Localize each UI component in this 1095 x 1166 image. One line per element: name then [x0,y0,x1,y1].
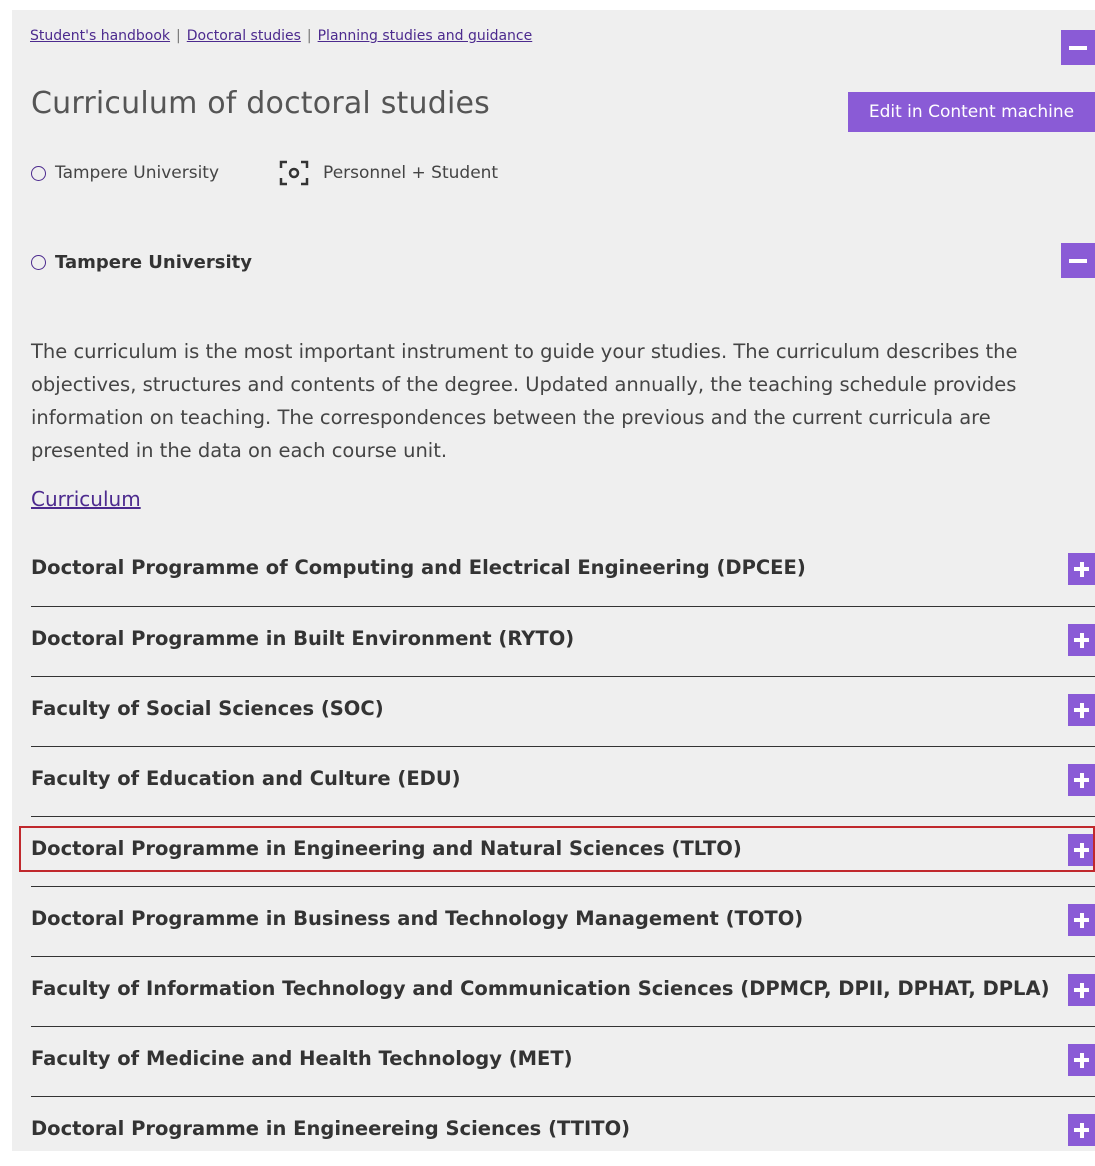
expand-plus-icon[interactable] [1068,974,1095,1006]
expand-plus-icon[interactable] [1068,694,1095,726]
accordion-item[interactable]: Doctoral Programme in Engineereing Scien… [31,1096,1095,1166]
collapse-section-button[interactable] [1061,243,1095,278]
accordion-item-label[interactable]: Doctoral Programme in Business and Techn… [31,907,803,930]
accordion-item[interactable]: Doctoral Programme in Business and Techn… [31,886,1095,956]
intro-paragraph: The curriculum is the most important ins… [31,340,1018,462]
accordion-item[interactable]: Doctoral Programme in Engineering and Na… [31,816,1095,886]
audience-target-icon [279,160,309,186]
accordion-item-label[interactable]: Faculty of Social Sciences (SOC) [31,697,384,720]
breadcrumb-planning-studies[interactable]: Planning studies and guidance [318,28,533,44]
accordion-item-label[interactable]: Faculty of Medicine and Health Technolog… [31,1047,573,1070]
accordion-item-label[interactable]: Doctoral Programme in Engineering and Na… [31,837,742,860]
accordion-item-label[interactable]: Faculty of Education and Culture (EDU) [31,767,461,790]
expand-plus-icon[interactable] [1068,624,1095,656]
edit-in-content-machine-button[interactable]: Edit in Content machine [848,92,1095,132]
expand-plus-icon[interactable] [1068,764,1095,796]
audience-label: Personnel + Student [323,163,499,183]
accordion-item[interactable]: Faculty of Social Sciences (SOC) [31,676,1095,746]
curriculum-link[interactable]: Curriculum [31,487,141,511]
accordion-item-label[interactable]: Doctoral Programme in Built Environment … [31,627,574,650]
page-title: Curriculum of doctoral studies [31,86,490,121]
breadcrumb-doctoral-studies[interactable]: Doctoral studies [187,28,301,44]
accordion-item-label[interactable]: Doctoral Programme of Computing and Elec… [31,556,806,579]
expand-plus-icon[interactable] [1068,553,1095,585]
breadcrumb-separator: | [176,28,181,44]
breadcrumb: Student's handbook | Doctoral studies | Plan… [30,28,532,44]
expand-plus-icon[interactable] [1068,1044,1095,1076]
expand-plus-icon[interactable] [1068,1114,1095,1146]
collapse-page-button[interactable] [1061,30,1095,65]
section-heading-label: Tampere University [55,252,252,273]
breadcrumb-separator: | [306,28,312,44]
section-heading: Tampere University [31,252,252,273]
expand-plus-icon[interactable] [1068,904,1095,936]
minus-icon [1069,45,1087,50]
breadcrumb-students-handbook[interactable]: Student's handbook [30,28,170,44]
accordion-item[interactable]: Faculty of Medicine and Health Technolog… [31,1026,1095,1096]
minus-icon [1069,258,1087,263]
accordion-item[interactable]: Faculty of Education and Culture (EDU) [31,746,1095,816]
accordion-item[interactable]: Doctoral Programme of Computing and Elec… [31,536,1095,606]
accordion-item[interactable]: Doctoral Programme in Built Environment … [31,606,1095,676]
expand-plus-icon[interactable] [1068,834,1095,866]
accordion-item-label[interactable]: Faculty of Information Technology and Co… [31,977,1050,1000]
organization-label: Tampere University [55,163,220,183]
accordion-item[interactable]: Faculty of Information Technology and Co… [31,956,1095,1026]
organization-circle-icon [31,165,46,181]
accordion-item-label[interactable]: Doctoral Programme in Engineereing Scien… [31,1117,630,1140]
page-meta: Tampere University Personnel + Student [31,160,498,186]
organization-circle-icon [31,255,46,270]
